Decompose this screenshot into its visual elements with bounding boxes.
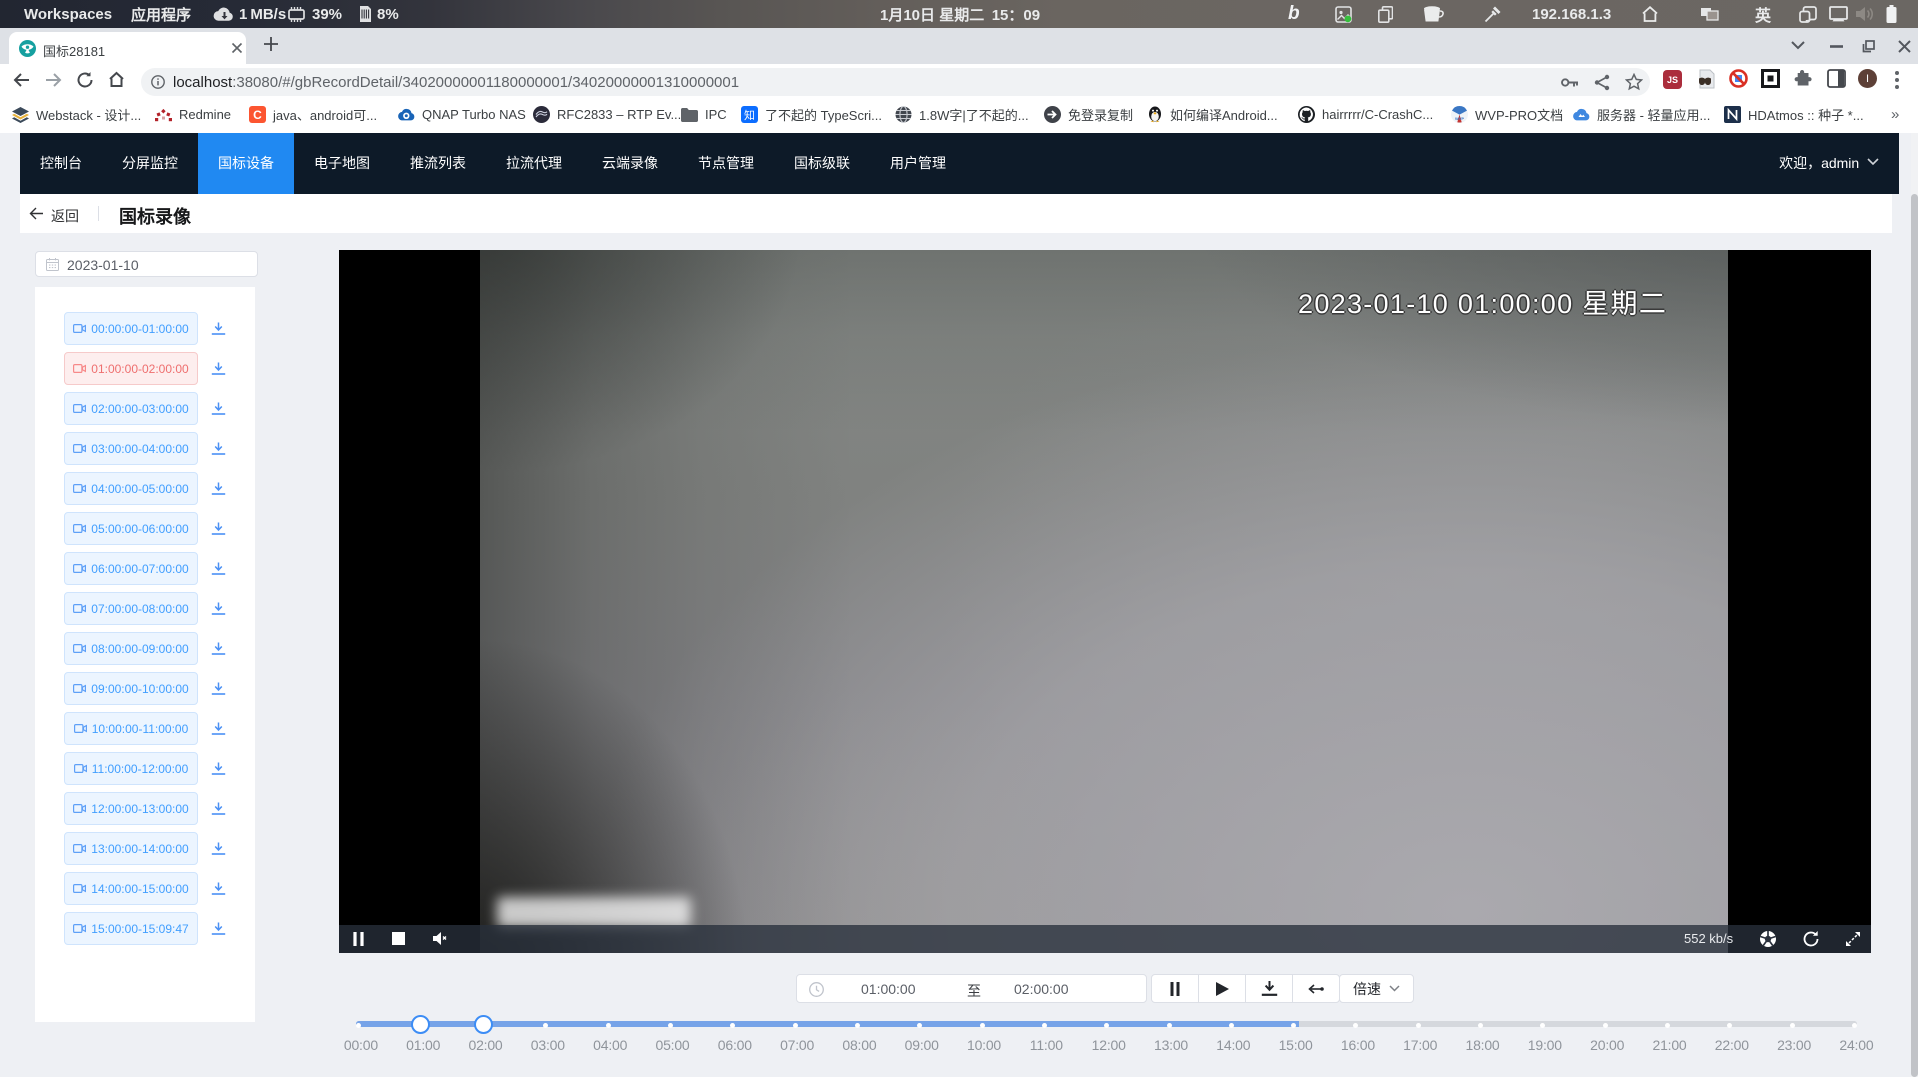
svg-text:WVP: WVP	[1455, 116, 1464, 121]
